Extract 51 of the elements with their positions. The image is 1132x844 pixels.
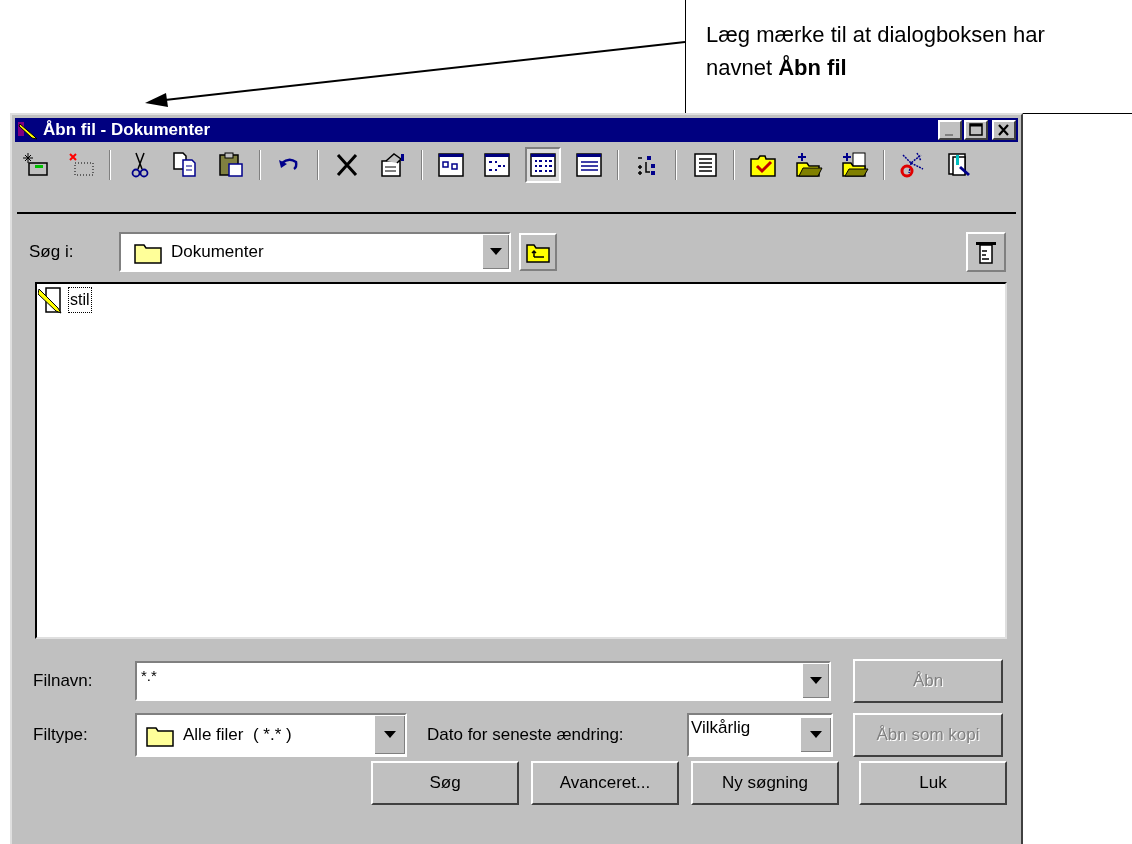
filename-label: Filnavn: xyxy=(33,670,94,693)
list-icon xyxy=(529,151,557,179)
filetype-value: Alle filer ( *.* ) xyxy=(183,724,293,747)
properties-icon xyxy=(379,151,407,179)
small-icons-icon xyxy=(483,151,511,179)
file-name: stil xyxy=(68,287,92,313)
commands-icon xyxy=(974,239,998,265)
filename-value: *.* xyxy=(141,666,158,686)
dialog-button[interactable]: Luk xyxy=(859,761,1007,805)
close-icon xyxy=(997,123,1010,137)
new-search-icon xyxy=(21,151,49,179)
window-title: Åbn fil - Dokumenter xyxy=(43,119,212,142)
caret-icon xyxy=(489,247,502,256)
dialog-button[interactable]: Avanceret... xyxy=(531,761,679,805)
large-icons-icon xyxy=(437,151,465,179)
dropdown-button[interactable] xyxy=(803,664,829,698)
pen-icon xyxy=(17,120,39,140)
minimize-icon xyxy=(945,134,953,136)
caret-icon xyxy=(383,730,396,739)
dialog-button[interactable]: Ny søgning xyxy=(691,761,839,805)
callout-text: Læg mærke til at dialogboksen har navnet Åbn fil xyxy=(706,21,1046,82)
copy-icon xyxy=(171,151,199,179)
document-icon xyxy=(691,151,719,179)
caret-icon xyxy=(809,676,822,685)
dropdown-button[interactable] xyxy=(483,235,509,269)
close-button[interactable] xyxy=(992,120,1016,140)
delete-search-icon xyxy=(67,151,95,179)
filetype-label: Filtype: xyxy=(33,724,89,747)
look-in-value: Dokumenter xyxy=(171,241,265,264)
folder-document-icon xyxy=(841,151,869,179)
find-icon xyxy=(945,151,973,179)
new-folder-icon xyxy=(795,151,823,179)
date-dropdown[interactable]: Vilkårlig xyxy=(687,713,833,757)
filename-field[interactable]: *.* xyxy=(135,661,831,701)
caret-icon xyxy=(809,730,822,739)
maximize-icon xyxy=(969,123,983,136)
date-value: Vilkårlig xyxy=(691,717,752,739)
date-label: Dato for seneste ændring: xyxy=(427,724,625,747)
list-button[interactable] xyxy=(525,147,561,183)
dropdown-button[interactable] xyxy=(801,718,831,752)
up-folder-button[interactable] xyxy=(519,233,557,271)
dialog-button[interactable]: Søg xyxy=(371,761,519,805)
commands-button[interactable] xyxy=(966,232,1006,272)
look-in-label: Søg i: xyxy=(29,241,75,264)
file-item[interactable]: stil xyxy=(38,285,1004,315)
look-in-dropdown[interactable]: Dokumenter xyxy=(119,232,511,272)
dropdown-button[interactable] xyxy=(375,716,405,754)
details-icon xyxy=(575,151,603,179)
filetype-dropdown[interactable]: Alle filer ( *.* ) xyxy=(135,713,407,757)
maximize-button[interactable] xyxy=(964,120,988,140)
clipboard-icon xyxy=(217,151,245,179)
